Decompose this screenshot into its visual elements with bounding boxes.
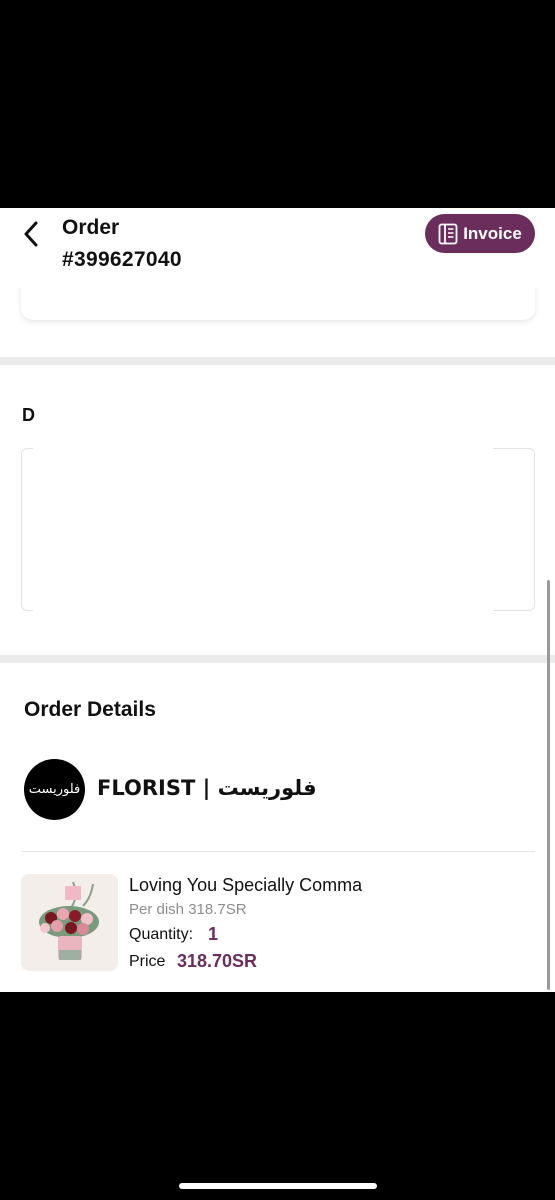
quantity-label: Quantity:: [129, 926, 194, 943]
store-logo: فلوريست: [24, 759, 85, 820]
page-title: Order: [62, 216, 120, 239]
document-icon: [438, 223, 458, 244]
product-image: [21, 874, 118, 971]
content-card-body: [33, 448, 493, 611]
product-unit-price: Per dish 318.7SR: [129, 901, 247, 918]
quantity-value: 1: [208, 924, 219, 944]
section-separator: [0, 357, 555, 365]
order-screen: Order #399627040 Invoice D Order Details…: [0, 208, 555, 992]
section-heading-partial: D: [22, 405, 35, 425]
back-button[interactable]: [18, 216, 44, 252]
price-value: 318.70SR: [177, 951, 258, 971]
order-number: #399627040: [62, 248, 182, 271]
scrollbar[interactable]: [547, 580, 550, 990]
app-header: Order #399627040 Invoice: [0, 208, 555, 288]
store-name: FLORIST | فلوريست: [97, 776, 317, 800]
invoice-button[interactable]: Invoice: [425, 214, 535, 253]
invoice-label: Invoice: [463, 223, 522, 243]
section-separator: [0, 655, 555, 663]
order-details-title: Order Details: [24, 698, 156, 721]
flower-bouquet-icon: [21, 874, 118, 971]
product-name: Loving You Specially Comma: [129, 875, 363, 895]
price-label: Price: [129, 953, 166, 970]
store-logo-text: فلوريست: [28, 782, 81, 797]
chevron-left-icon: [24, 221, 38, 247]
home-indicator[interactable]: [179, 1183, 377, 1189]
divider: [22, 851, 535, 852]
